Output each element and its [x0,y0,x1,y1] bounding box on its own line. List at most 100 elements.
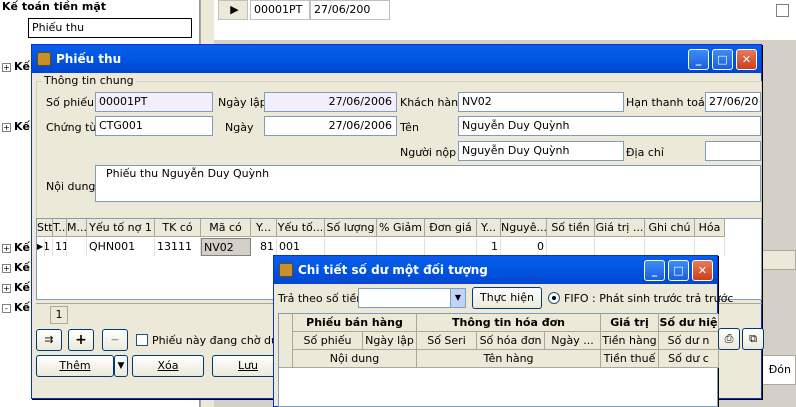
grid-cell[interactable]: 0 [501,238,547,256]
dropdown-arrow-icon[interactable]: ▼ [450,288,466,308]
print-icon[interactable]: ⎙ [718,328,740,350]
header-so-hoa-don: Số hóa đơn [477,332,545,350]
close-button[interactable]: ✕ [692,260,713,281]
chi-tiet-titlebar[interactable]: Chi tiết số dư một đối tượng _ □ ✕ [274,256,717,284]
grid-header-cell[interactable]: Nguyê... [501,219,547,237]
export-button[interactable]: ⇉ [36,329,62,351]
grid-cell[interactable]: 81 [251,238,277,256]
page-number[interactable]: 1 [50,306,68,324]
grid-header-cell[interactable]: Đơn giá [425,219,477,237]
dia-chi-field[interactable] [705,141,761,161]
grid-cell-so-phieu[interactable]: 00001PT [250,0,310,20]
chung-tu-label: Chứng từ [46,121,97,134]
remove-row-button[interactable]: − [102,329,128,351]
expand-icon[interactable]: + [2,263,11,273]
ten-field[interactable]: Nguyễn Duy Quỳnh [458,116,761,136]
grid-cell[interactable]: NV02 [201,238,251,256]
tree-node-3[interactable]: + Kế [2,241,30,254]
pending-approval-checkbox[interactable] [136,334,148,346]
header-so-seri: Số Seri [417,332,477,350]
grid-header-cell[interactable]: M... [67,219,87,237]
grid-header-cell[interactable]: Hóa [695,219,725,237]
maximize-button[interactable]: □ [712,49,733,70]
close-button[interactable]: ✕ [736,49,757,70]
add-dropdown-button[interactable]: ▼ [114,355,128,377]
header-ten-hang: Tên hàng [417,350,601,368]
add-button-label: Thêm [59,359,91,372]
group-label: Thông tin chung [42,74,136,87]
grid-header-cell[interactable]: % Giảm [377,219,425,237]
khach-hang-field[interactable]: NV02 [458,92,624,112]
nguoi-nop-field[interactable]: Nguyễn Duy Quỳnh [458,141,624,161]
ten-label: Tên [400,121,419,134]
grid-header-cell[interactable]: TK có [155,219,201,237]
add-row-button[interactable]: + [68,329,94,351]
grid-header-cell[interactable]: Y... [477,219,501,237]
grid-header-cell[interactable]: Yếu tố nợ 1 [87,219,155,237]
grid-cell[interactable] [425,238,477,256]
tree-node-phieu-thu[interactable]: Phiếu thu [28,18,192,38]
grid-header-cell[interactable]: Số tiền [547,219,595,237]
grid-cell[interactable]: 111 [53,238,67,256]
thuc-hien-button[interactable]: Thực hiện [472,287,542,309]
han-thanh-toan-field[interactable]: 27/06/20 [705,92,761,112]
expand-icon[interactable]: + [2,283,11,293]
grid-header-cell[interactable]: Yếu tố... [277,219,325,237]
tra-theo-field[interactable] [358,288,452,308]
grid-cell[interactable] [695,238,725,256]
expand-icon[interactable]: - [2,303,11,313]
grid-cell[interactable] [547,238,595,256]
grid-header-cell[interactable]: Stt [37,219,53,237]
dia-chi-label: Địa chỉ [626,146,664,159]
minimize-button[interactable]: _ [688,49,709,70]
grid-cell[interactable] [595,238,645,256]
phieu-thu-titlebar[interactable]: Phiếu thu _ □ ✕ [32,45,761,73]
grid-cell[interactable] [67,238,87,256]
tree-node-label: Kế [14,241,30,254]
grid-cell[interactable]: 001 [277,238,325,256]
minimize-button[interactable]: _ [644,260,665,281]
grid-cell[interactable]: QHN001 [87,238,155,256]
delete-button-label: Xóa [157,359,179,372]
tree-node-ke-toan-tien-mat[interactable]: Kế toán tiền mặt [2,0,106,13]
ngay-field[interactable]: 27/06/2006 [264,116,397,136]
tree-node-2[interactable]: + Kế [2,120,30,133]
grid-cell[interactable] [645,238,695,256]
grid-header-cell[interactable]: Mã có [201,219,251,237]
noi-dung-field[interactable]: Phiếu thu Nguyễn Duy Quỳnh [95,165,761,202]
grid-header-cell[interactable]: Ghi chú [645,219,695,237]
grid-header-cell[interactable]: Số lượng [325,219,377,237]
delete-button[interactable]: Xóa [132,355,204,377]
expand-icon[interactable]: + [2,243,11,253]
grid-header-cell[interactable]: Giá trị ... [595,219,645,237]
tree-node-6[interactable]: - Kế [2,301,30,314]
fifo-radio[interactable] [548,292,560,304]
grid-header-cell[interactable]: T... [53,219,67,237]
tree-node-4[interactable]: + Kế [2,261,30,274]
chung-tu-field[interactable]: CTG001 [95,116,213,136]
add-button[interactable]: Thêm [36,355,114,377]
grid-cell[interactable] [377,238,425,256]
fifo-label: FIFO : Phát sinh trước trả trước [564,292,734,305]
copy-icon[interactable]: ⧉ [742,328,764,350]
window-title: Chi tiết số dư một đối tượng [298,263,488,277]
so-phieu-field[interactable]: 00001PT [95,92,213,112]
row-selector-header [279,314,293,368]
grid-cell[interactable]: 1 [477,238,501,256]
header-tien-hang: Tiền hàng [601,332,659,350]
grid-cell[interactable]: 13111 [155,238,201,256]
ngay-lap-field[interactable]: 27/06/2006 [264,92,397,112]
maximize-button[interactable]: □ [668,260,689,281]
tree-node-1[interactable]: + Kế [2,60,30,73]
tree-node-5[interactable]: + Kế [2,281,30,294]
app-icon [279,263,293,277]
grid-header-cell[interactable]: Y... [251,219,277,237]
expand-icon[interactable]: + [2,62,11,72]
row-checkbox[interactable] [776,4,789,17]
header-ngay: Ngày ... [545,332,601,350]
grid-cell-ngay[interactable]: 27/06/200 [310,0,390,20]
expand-icon[interactable]: + [2,122,11,132]
tree-node-label: Kế toán tiền mặt [2,0,107,13]
han-thanh-toan-label: Hạn thanh toán [626,96,712,109]
grid-cell[interactable] [325,238,377,256]
